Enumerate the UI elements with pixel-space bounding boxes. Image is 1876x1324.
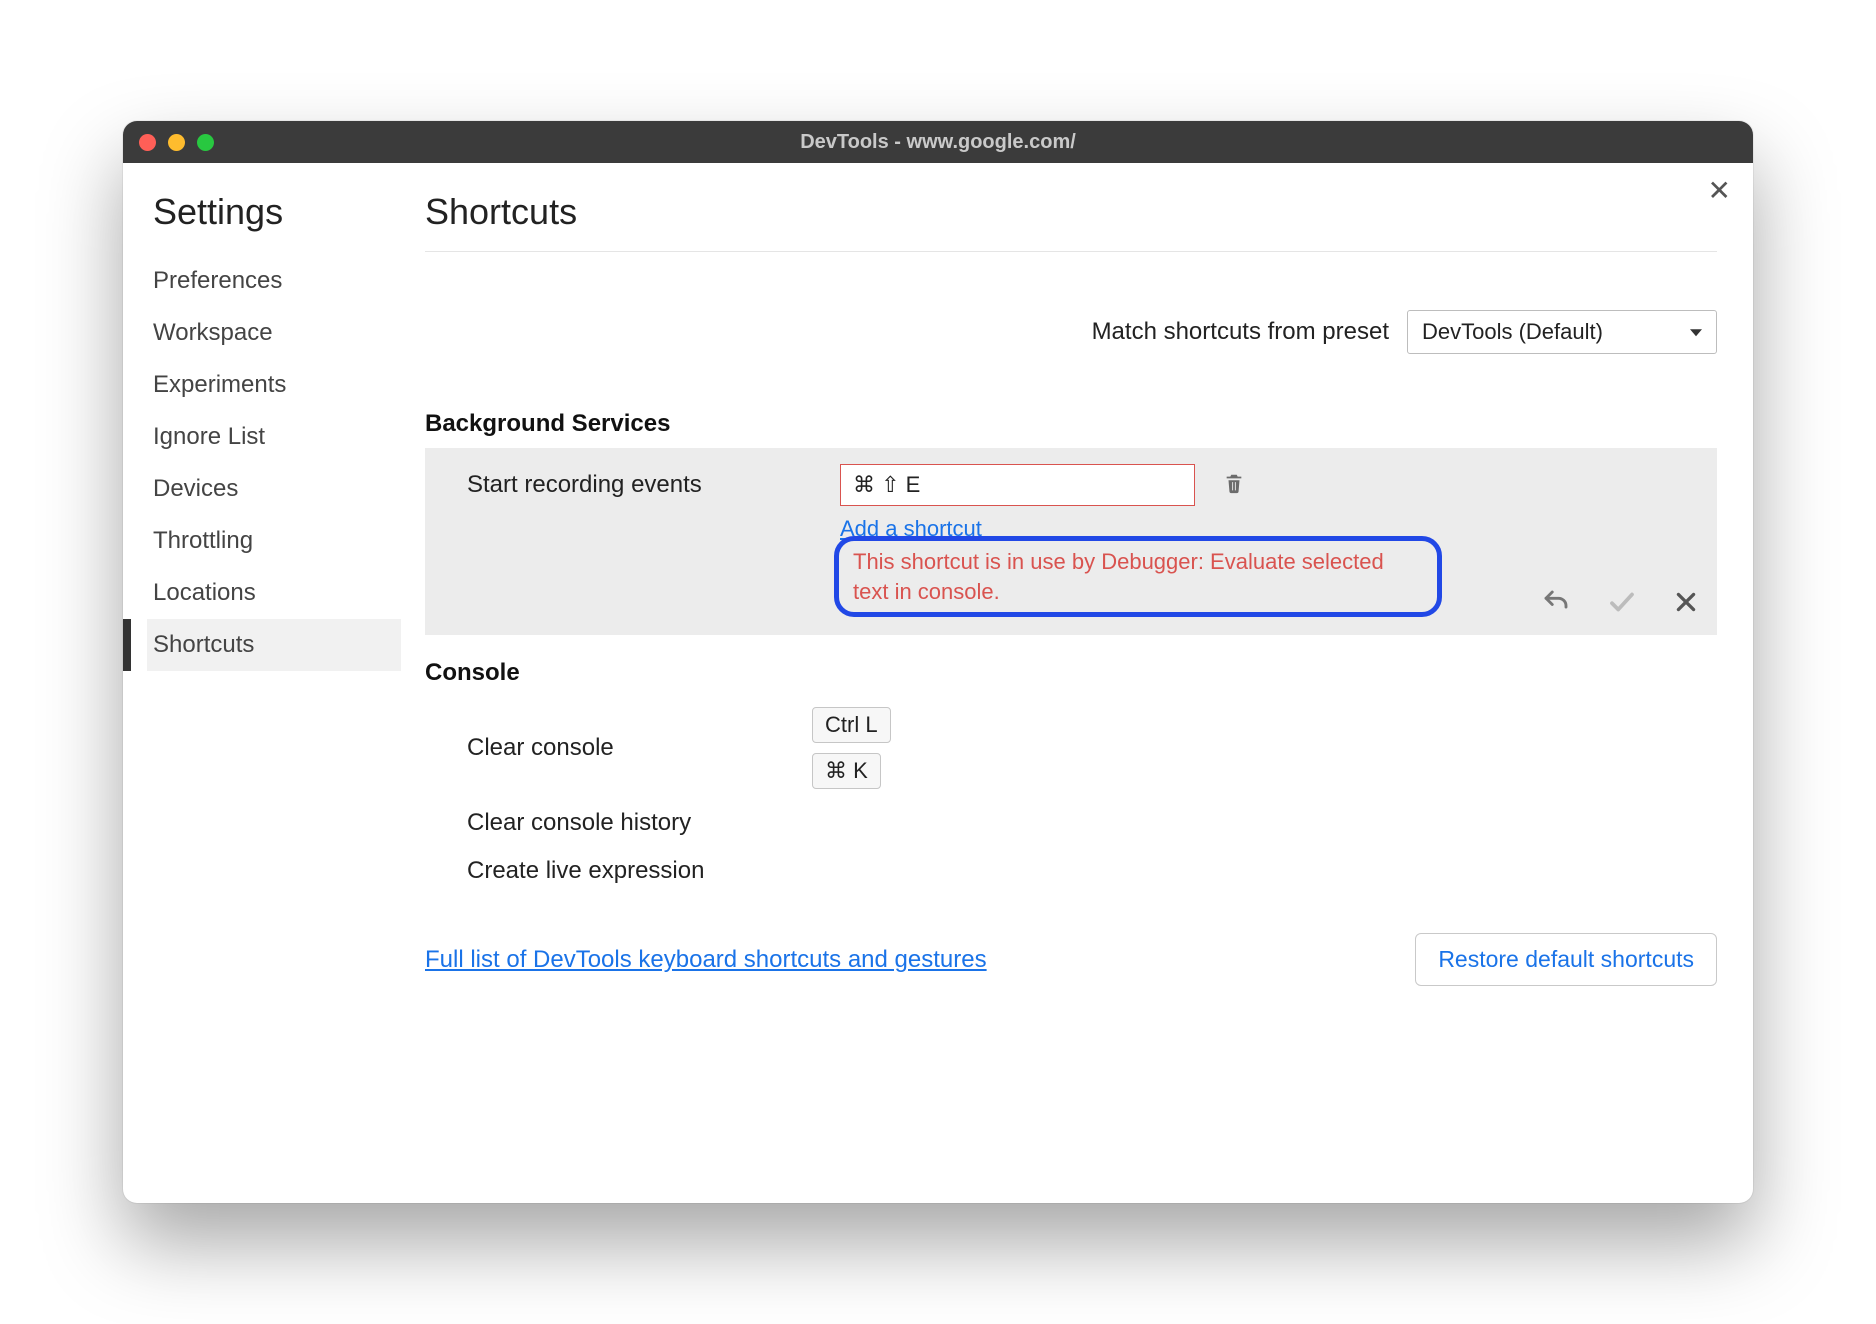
page-title: Shortcuts <box>425 191 1717 252</box>
window-title: DevTools - www.google.com/ <box>123 131 1753 154</box>
action-name-clear-console-history: Clear console history <box>467 809 812 837</box>
shortcut-edit-panel: Start recording events ⌘ ⇧ E Add a short… <box>425 448 1717 635</box>
section-heading-background-services: Background Services <box>425 410 1717 438</box>
close-icon <box>1673 589 1699 615</box>
shortcut-chips: Ctrl L ⌘ K <box>812 707 891 789</box>
settings-sidebar: Settings Preferences Workspace Experimen… <box>123 163 401 1203</box>
nav-item-throttling[interactable]: Throttling <box>147 515 401 567</box>
nav-item-ignore-list[interactable]: Ignore List <box>147 411 401 463</box>
action-name-create-live-expression: Create live expression <box>467 857 812 885</box>
cancel-button[interactable] <box>1673 589 1699 615</box>
check-icon <box>1607 587 1637 617</box>
preset-select[interactable]: DevTools (Default) <box>1407 310 1717 354</box>
minimize-window-button[interactable] <box>168 134 185 151</box>
edit-actions <box>1541 587 1699 617</box>
footer: Full list of DevTools keyboard shortcuts… <box>425 933 1717 994</box>
undo-button[interactable] <box>1541 587 1571 617</box>
nav-item-shortcuts[interactable]: Shortcuts <box>147 619 401 671</box>
maximize-window-button[interactable] <box>197 134 214 151</box>
shortcut-input[interactable]: ⌘ ⇧ E <box>840 464 1195 506</box>
preset-select-value: DevTools (Default) <box>1422 319 1603 345</box>
nav-item-experiments[interactable]: Experiments <box>147 359 401 411</box>
shortcut-chip: Ctrl L <box>812 707 891 743</box>
action-name-clear-console: Clear console <box>467 734 812 762</box>
confirm-button[interactable] <box>1607 587 1637 617</box>
preset-row: Match shortcuts from preset DevTools (De… <box>425 310 1717 354</box>
close-window-button[interactable] <box>139 134 156 151</box>
nav-item-locations[interactable]: Locations <box>147 567 401 619</box>
nav-item-devices[interactable]: Devices <box>147 463 401 515</box>
close-icon: ✕ <box>1708 175 1731 206</box>
shortcut-conflict-warning: This shortcut is in use by Debugger: Eva… <box>834 536 1442 617</box>
nav-item-workspace[interactable]: Workspace <box>147 307 401 359</box>
shortcut-chip: ⌘ K <box>812 753 881 789</box>
shortcut-input-value: ⌘ ⇧ E <box>853 472 920 498</box>
undo-icon <box>1541 587 1571 617</box>
action-name-start-recording-events: Start recording events <box>467 471 812 499</box>
chevron-down-icon <box>1690 329 1702 336</box>
trash-icon <box>1223 470 1245 496</box>
warning-text: This shortcut is in use by Debugger: Eva… <box>853 547 1423 606</box>
settings-nav: Preferences Workspace Experiments Ignore… <box>147 255 401 671</box>
restore-defaults-button[interactable]: Restore default shortcuts <box>1415 933 1717 986</box>
sidebar-title: Settings <box>147 191 401 233</box>
settings-main: Shortcuts Match shortcuts from preset De… <box>401 163 1753 1203</box>
section-heading-console: Console <box>425 659 1717 687</box>
list-row[interactable]: Create live expression <box>425 847 1717 895</box>
titlebar: DevTools - www.google.com/ <box>123 121 1753 163</box>
traffic-lights <box>139 134 214 151</box>
close-settings-button[interactable]: ✕ <box>1708 177 1731 205</box>
list-row[interactable]: Clear console Ctrl L ⌘ K <box>425 697 1717 799</box>
full-shortcuts-link[interactable]: Full list of DevTools keyboard shortcuts… <box>425 946 987 974</box>
devtools-settings-window: DevTools - www.google.com/ ✕ Settings Pr… <box>123 121 1753 1203</box>
delete-shortcut-button[interactable] <box>1223 470 1245 501</box>
list-row[interactable]: Clear console history <box>425 799 1717 847</box>
preset-label: Match shortcuts from preset <box>1092 318 1389 346</box>
nav-item-preferences[interactable]: Preferences <box>147 255 401 307</box>
